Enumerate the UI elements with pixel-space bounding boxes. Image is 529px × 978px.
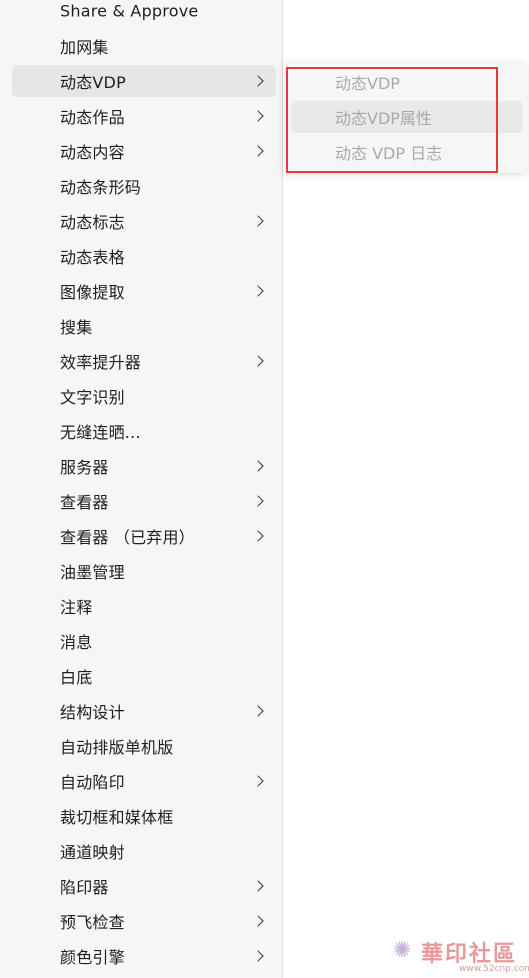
chevron-right-icon <box>252 145 264 157</box>
menu-item-label: 自动排版单机版 <box>60 738 174 757</box>
submenu-item-label: 动态VDP属性 <box>335 109 432 128</box>
menu-item[interactable]: 颜色引擎 <box>12 940 276 972</box>
watermark: ✺ 華印社區 www.52cnp.com <box>393 934 529 978</box>
chevron-right-icon <box>252 950 264 962</box>
menu-item[interactable]: 通道映射 <box>12 835 276 867</box>
menu-item[interactable]: 查看器 <box>12 485 276 517</box>
submenu-item[interactable]: 动态VDP属性 <box>291 101 523 133</box>
menu-item-label: 效率提升器 <box>60 353 142 372</box>
menu-item[interactable]: 图像提取 <box>12 275 276 307</box>
menu-item-label: 消息 <box>60 633 93 652</box>
menu-item[interactable]: 白底 <box>12 660 276 692</box>
watermark-logo-icon: ✺ <box>393 938 412 963</box>
menu-item[interactable]: 文字识别 <box>12 380 276 412</box>
menu-item[interactable]: 服务器 <box>12 450 276 482</box>
menu-item-label: 颜色引擎 <box>60 948 125 967</box>
menu-item-label: 搜集 <box>60 318 93 337</box>
menu-item[interactable]: 查看器 （已弃用） <box>12 520 276 552</box>
chevron-right-icon <box>252 110 264 122</box>
menu-item[interactable]: 效率提升器 <box>12 345 276 377</box>
menu-item-label: 白底 <box>60 668 93 687</box>
menu-item[interactable]: 无缝连晒... <box>12 415 276 447</box>
menu-item[interactable]: 动态内容 <box>12 135 276 167</box>
menu-item-label: 动态表格 <box>60 248 125 267</box>
menu-item-label: 自动陷印 <box>60 773 125 792</box>
menu-item[interactable]: 结构设计 <box>12 695 276 727</box>
chevron-right-icon <box>252 495 264 507</box>
submenu-item[interactable]: 动态 VDP 日志 <box>291 136 523 168</box>
menu-item-label: 动态标志 <box>60 213 125 232</box>
menu-item-label: 文字识别 <box>60 388 125 407</box>
menu-item-label: 预飞检查 <box>60 913 125 932</box>
menu-item-label: 通道映射 <box>60 843 125 862</box>
menu-item[interactable]: 裁切框和媒体框 <box>12 800 276 832</box>
menu-item[interactable]: 动态表格 <box>12 240 276 272</box>
dynamic-vdp-submenu: 动态VDP 动态VDP属性 动态 VDP 日志 <box>283 61 527 173</box>
menu-item-label: Share & Approve <box>60 1 199 21</box>
menu-item[interactable]: 陷印器 <box>12 870 276 902</box>
menu-item[interactable]: 消息 <box>12 625 276 657</box>
menu-item-label: 油墨管理 <box>60 563 125 582</box>
menu-item-label: 动态VDP <box>60 73 126 92</box>
menu-item[interactable]: Share & Approve <box>12 0 276 27</box>
menu-item-label: 裁切框和媒体框 <box>60 808 174 827</box>
menu-item-label: 查看器 （已弃用） <box>60 528 195 547</box>
menu-item[interactable]: 搜集 <box>12 310 276 342</box>
submenu-item[interactable]: 动态VDP <box>291 66 523 98</box>
chevron-right-icon <box>252 460 264 472</box>
menu-item[interactable]: 预飞检查 <box>12 905 276 937</box>
menu-item-label: 结构设计 <box>60 703 125 722</box>
menu-item[interactable]: 动态标志 <box>12 205 276 237</box>
menu-item[interactable]: 动态条形码 <box>12 170 276 202</box>
chevron-right-icon <box>252 775 264 787</box>
chevron-right-icon <box>252 705 264 717</box>
chevron-right-icon <box>252 915 264 927</box>
watermark-url: www.52cnp.com <box>459 964 529 974</box>
chevron-right-icon <box>252 75 264 87</box>
menu-item[interactable]: 动态VDP <box>12 65 276 97</box>
chevron-right-icon <box>252 530 264 542</box>
menu-item[interactable]: 注释 <box>12 590 276 622</box>
menu-item[interactable]: 自动陷印 <box>12 765 276 797</box>
menu-item-label: 加网集 <box>60 38 109 57</box>
menu-item-label: 动态条形码 <box>60 178 142 197</box>
menu-item[interactable]: 油墨管理 <box>12 555 276 587</box>
menu-item-label: 动态内容 <box>60 143 125 162</box>
chevron-right-icon <box>252 355 264 367</box>
menu-item[interactable]: 加网集 <box>12 30 276 62</box>
menu-item-label: 服务器 <box>60 458 109 477</box>
menu-item[interactable]: 动态作品 <box>12 100 276 132</box>
chevron-right-icon <box>252 285 264 297</box>
chevron-right-icon <box>252 880 264 892</box>
context-menu: Share & Approve 加网集动态VDP 动态作品动态内容动态条形码动态标志… <box>0 0 283 978</box>
menu-item-label: 图像提取 <box>60 283 125 302</box>
menu-item-label: 陷印器 <box>60 878 109 897</box>
submenu-item-label: 动态VDP <box>335 74 400 93</box>
menu-item-label: 注释 <box>60 598 93 617</box>
menu-item[interactable]: 自动排版单机版 <box>12 730 276 762</box>
submenu-item-label: 动态 VDP 日志 <box>335 144 443 163</box>
menu-item-label: 无缝连晒... <box>60 423 141 442</box>
chevron-right-icon <box>252 215 264 227</box>
menu-item-label: 动态作品 <box>60 108 125 127</box>
menu-item-label: 查看器 <box>60 493 109 512</box>
